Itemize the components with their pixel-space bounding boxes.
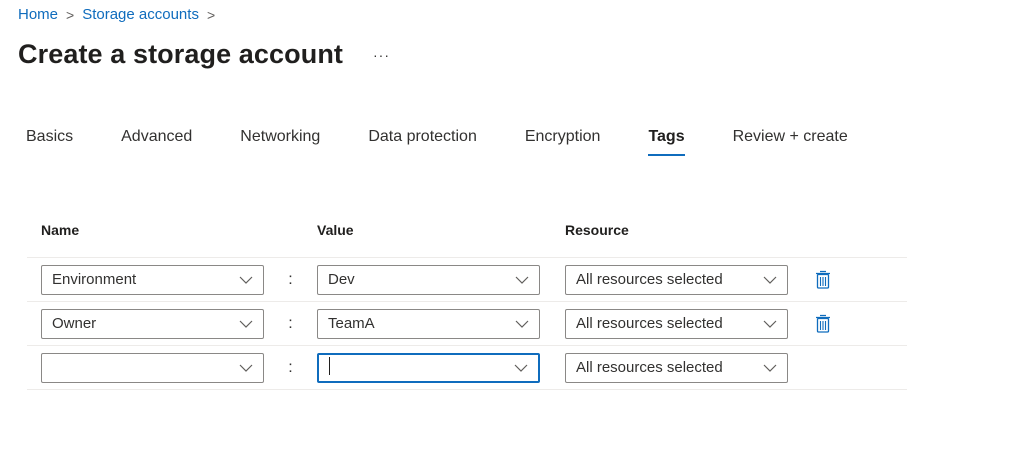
tab-advanced[interactable]: Advanced <box>121 128 192 154</box>
breadcrumb: Home > Storage accounts > <box>18 6 223 23</box>
column-header-value: Value <box>317 222 354 238</box>
tag-resource-value: All resources selected <box>576 359 723 376</box>
chevron-down-icon <box>514 361 528 375</box>
table-row: : All resources selected <box>27 346 907 390</box>
tag-resource-dropdown[interactable]: All resources selected <box>565 308 788 339</box>
tag-value-value: TeamA <box>328 315 375 332</box>
trash-icon[interactable] <box>814 270 832 290</box>
tag-name-value: Owner <box>52 315 97 332</box>
breadcrumb-storage-accounts-link[interactable]: Storage accounts <box>82 6 199 23</box>
chevron-down-icon <box>515 317 529 331</box>
table-header: Name Value Resource <box>27 222 907 258</box>
chevron-down-icon <box>239 273 253 287</box>
tab-networking[interactable]: Networking <box>240 128 320 154</box>
breadcrumb-separator-icon: > <box>206 6 216 23</box>
title-row: Create a storage account ··· <box>18 39 390 70</box>
tag-value-dropdown[interactable]: TeamA <box>317 308 540 339</box>
tag-resource-value: All resources selected <box>576 315 723 332</box>
tag-value-value <box>329 356 330 379</box>
tab-data-protection[interactable]: Data protection <box>368 128 477 154</box>
name-value-separator: : <box>288 358 293 376</box>
text-caret <box>329 356 330 375</box>
name-value-separator: : <box>288 270 293 288</box>
tab-basics[interactable]: Basics <box>26 128 73 154</box>
tags-table: Name Value Resource Environment : Dev Al… <box>27 222 907 390</box>
tag-resource-dropdown[interactable]: All resources selected <box>565 352 788 383</box>
tab-encryption[interactable]: Encryption <box>525 128 601 154</box>
tag-value-dropdown[interactable]: Dev <box>317 264 540 295</box>
tag-value-value: Dev <box>328 271 355 288</box>
breadcrumb-separator-icon: > <box>66 6 75 23</box>
tab-bar: Basics Advanced Networking Data protecti… <box>26 128 896 156</box>
tag-resource-dropdown[interactable]: All resources selected <box>565 264 788 295</box>
chevron-down-icon <box>239 361 253 375</box>
tab-tags[interactable]: Tags <box>648 128 685 156</box>
chevron-down-icon <box>515 273 529 287</box>
chevron-down-icon <box>763 361 777 375</box>
table-row: Owner : TeamA All resources selected <box>27 302 907 346</box>
tab-review-create[interactable]: Review + create <box>733 128 848 154</box>
tag-value-input[interactable] <box>317 352 540 383</box>
column-header-name: Name <box>41 222 80 238</box>
chevron-down-icon <box>239 317 253 331</box>
chevron-down-icon <box>763 317 777 331</box>
breadcrumb-home-link[interactable]: Home <box>18 6 58 23</box>
more-options-icon[interactable]: ··· <box>373 47 390 63</box>
column-header-resource: Resource <box>565 222 629 238</box>
chevron-down-icon <box>763 273 777 287</box>
tag-name-dropdown[interactable]: Environment <box>41 264 264 295</box>
table-row: Environment : Dev All resources selected <box>27 258 907 302</box>
page-title: Create a storage account <box>18 39 344 69</box>
tag-name-value: Environment <box>52 271 137 288</box>
tag-resource-value: All resources selected <box>576 271 723 288</box>
trash-icon[interactable] <box>814 314 832 334</box>
tag-name-dropdown[interactable] <box>41 352 264 383</box>
name-value-separator: : <box>288 314 293 332</box>
tag-name-dropdown[interactable]: Owner <box>41 308 264 339</box>
